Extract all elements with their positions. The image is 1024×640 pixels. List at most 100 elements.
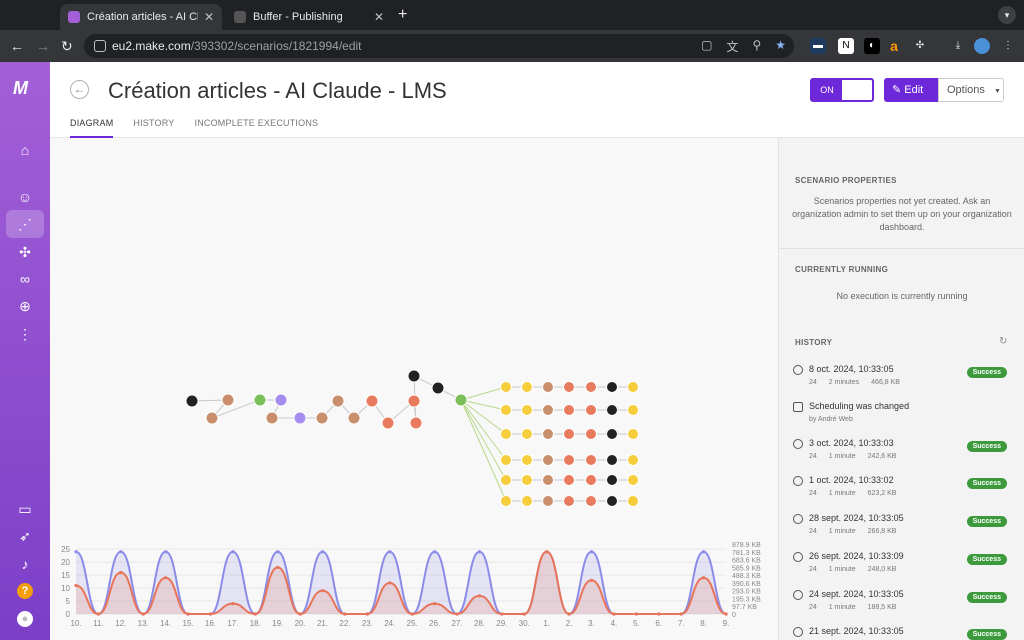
scenario-diagram-canvas[interactable]: 0 5 10 15 20 25 0 97.7 KB 195.3 KB 293.0 KB 390.6 …	[50, 138, 778, 640]
scenario-module-node[interactable]	[521, 428, 533, 440]
scenario-module-node[interactable]	[542, 474, 554, 486]
book-icon[interactable]: ▭	[15, 499, 35, 519]
scenario-module-node[interactable]	[542, 454, 554, 466]
scenario-module-node[interactable]	[542, 495, 554, 507]
options-dropdown[interactable]: Options ▼	[938, 78, 1004, 102]
scenario-module-node[interactable]	[563, 428, 575, 440]
rocket-icon[interactable]: ➶	[15, 526, 35, 546]
zoom-icon[interactable]: ⚲	[752, 38, 761, 55]
bell-icon[interactable]: ♪	[15, 554, 35, 574]
extension-icon[interactable]: ▬	[810, 38, 826, 54]
extensions-puzzle-icon[interactable]: ✣	[912, 38, 928, 54]
scenario-module-node[interactable]	[627, 404, 639, 416]
tab-history[interactable]: HISTORY	[133, 118, 174, 139]
link-icon[interactable]: ∞	[15, 269, 35, 289]
site-info-icon[interactable]	[94, 40, 106, 52]
scenario-module-node[interactable]	[585, 495, 597, 507]
scenario-module-node[interactable]	[347, 411, 361, 425]
scenario-module-node[interactable]	[521, 454, 533, 466]
download-icon[interactable]: ⤓	[950, 38, 966, 54]
tab-incomplete-executions[interactable]: INCOMPLETE EXECUTIONS	[195, 118, 319, 139]
puzzle-icon[interactable]: ✣	[15, 242, 35, 262]
scenario-module-node[interactable]	[606, 428, 618, 440]
scenario-module-node[interactable]	[585, 404, 597, 416]
home-icon[interactable]: ⌂	[15, 140, 35, 160]
scenario-module-node[interactable]	[585, 428, 597, 440]
scenario-module-node[interactable]	[627, 428, 639, 440]
cast-icon[interactable]: ▢	[701, 38, 712, 55]
new-tab-button[interactable]: +	[398, 6, 407, 24]
close-tab-icon[interactable]: ✕	[374, 10, 384, 24]
browser-menu-icon[interactable]: ⋮	[1000, 38, 1016, 54]
scenarios-share-icon[interactable]: ⋰	[15, 214, 35, 234]
translate-icon[interactable]: 文	[726, 38, 738, 55]
history-item[interactable]: 28 sept. 2024, 10:33:05 24 1 minute 266,…	[793, 513, 1013, 549]
bookmark-star-icon[interactable]: ★	[775, 38, 786, 55]
scenario-module-node[interactable]	[205, 411, 219, 425]
browser-tab-active[interactable]: Création articles - AI Claude - ✕	[60, 4, 222, 30]
forward-arrow-icon[interactable]: →	[36, 38, 50, 54]
scenario-module-node[interactable]	[407, 394, 421, 408]
scenario-module-node[interactable]	[606, 404, 618, 416]
scenario-module-node[interactable]	[521, 404, 533, 416]
team-icon[interactable]: ☺	[15, 187, 35, 207]
close-tab-icon[interactable]: ✕	[204, 10, 214, 24]
scenario-module-node[interactable]	[606, 474, 618, 486]
history-item[interactable]: 3 oct. 2024, 10:33:03 24 1 minute 242,6 …	[793, 438, 1013, 474]
address-bar[interactable]: eu2.make.com/393302/scenarios/1821994/ed…	[84, 34, 794, 58]
refresh-icon[interactable]: ↻	[999, 336, 1007, 347]
history-item[interactable]: 8 oct. 2024, 10:33:05 24 2 minutes 466,8…	[793, 364, 1013, 400]
scenario-module-node[interactable]	[331, 394, 345, 408]
scenario-module-node[interactable]	[409, 416, 423, 430]
scenario-on-toggle[interactable]: ON	[810, 78, 874, 102]
scenario-module-node[interactable]	[627, 474, 639, 486]
scenario-module-node[interactable]	[563, 454, 575, 466]
scenario-flow-diagram[interactable]	[50, 138, 778, 538]
history-item[interactable]: 1 oct. 2024, 10:33:02 24 1 minute 623,2 …	[793, 475, 1013, 511]
scenario-module-node[interactable]	[500, 428, 512, 440]
back-button[interactable]: ←	[70, 80, 89, 99]
scenario-module-node[interactable]	[563, 495, 575, 507]
scenario-module-node[interactable]	[585, 381, 597, 393]
scenario-module-node[interactable]	[185, 394, 199, 408]
scenario-module-node[interactable]	[606, 454, 618, 466]
scenario-module-node[interactable]	[293, 411, 307, 425]
scenario-module-node[interactable]	[606, 495, 618, 507]
scenario-module-node[interactable]	[500, 404, 512, 416]
more-icon[interactable]: ⋮	[15, 324, 35, 344]
scenario-module-node[interactable]	[253, 393, 267, 407]
scenario-module-node[interactable]	[542, 404, 554, 416]
history-item[interactable]: 21 sept. 2024, 10:33:05 Success	[793, 626, 1013, 640]
scenario-module-node[interactable]	[563, 381, 575, 393]
scenario-module-node[interactable]	[521, 381, 533, 393]
scenario-module-node[interactable]	[563, 474, 575, 486]
scenario-module-node[interactable]	[521, 495, 533, 507]
notion-extension-icon[interactable]: N	[838, 38, 854, 54]
scenario-module-node[interactable]	[585, 474, 597, 486]
scenario-module-node[interactable]	[431, 381, 445, 395]
scenario-module-node[interactable]	[365, 394, 379, 408]
scenario-module-node[interactable]	[606, 381, 618, 393]
scenario-module-node[interactable]	[454, 393, 468, 407]
amazon-extension-icon[interactable]: a	[886, 38, 902, 54]
scenario-module-node[interactable]	[542, 428, 554, 440]
scenario-module-node[interactable]	[563, 404, 575, 416]
back-arrow-icon[interactable]: ←	[10, 38, 24, 54]
scenario-module-node[interactable]	[221, 393, 235, 407]
tab-search-icon[interactable]: ▾	[998, 6, 1016, 24]
scenario-module-node[interactable]	[627, 381, 639, 393]
help-icon[interactable]: ?	[17, 583, 33, 599]
scenario-module-node[interactable]	[542, 381, 554, 393]
scenario-module-node[interactable]	[500, 495, 512, 507]
scenario-module-node[interactable]	[381, 416, 395, 430]
scenario-module-node[interactable]	[627, 495, 639, 507]
globe-icon[interactable]: ⊕	[15, 296, 35, 316]
profile-avatar[interactable]	[974, 38, 990, 54]
extension-icon[interactable]: ◐	[864, 38, 880, 54]
scenario-module-node[interactable]	[274, 393, 288, 407]
reload-icon[interactable]: ↻	[61, 38, 73, 54]
scenario-module-node[interactable]	[585, 454, 597, 466]
make-logo[interactable]: M	[13, 78, 28, 99]
history-item[interactable]: 26 sept. 2024, 10:33:09 24 1 minute 248,…	[793, 551, 1013, 587]
browser-tab-buffer[interactable]: Buffer - Publishing ✕	[226, 4, 392, 30]
